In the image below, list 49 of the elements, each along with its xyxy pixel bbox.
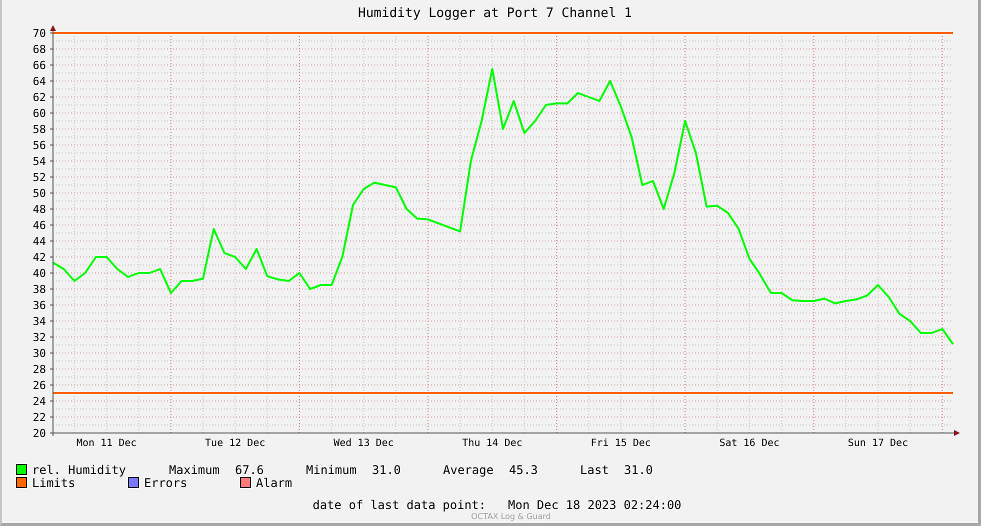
x-tick-label: Wed 13 Dec — [334, 438, 394, 449]
y-tick-label: 28 — [32, 363, 46, 376]
y-tick-label: 44 — [32, 235, 46, 248]
stat-value: 31.0 — [372, 462, 402, 476]
y-tick-label: 56 — [32, 139, 46, 152]
y-tick-label: 32 — [32, 331, 46, 344]
y-tick-label: 38 — [32, 283, 46, 296]
y-tick-label: 36 — [32, 299, 46, 312]
y-tick-label: 62 — [32, 91, 46, 104]
y-tick-label: 68 — [32, 43, 46, 56]
stat-label: Minimum — [306, 462, 358, 476]
y-tick-label: 66 — [32, 59, 46, 72]
y-tick-label: 58 — [32, 123, 46, 136]
x-tick-label: Sat 16 Dec — [719, 438, 780, 449]
legend-label: Errors — [144, 476, 188, 490]
y-tick-label: 46 — [32, 219, 46, 232]
y-tick-label: 34 — [32, 315, 46, 328]
y-tick-label: 54 — [32, 155, 46, 168]
legend-label: rel. Humidity — [32, 462, 127, 476]
stat-value: 45.3 — [509, 462, 539, 476]
legend-label: Limits — [32, 476, 76, 490]
y-tick-label: 20 — [32, 427, 46, 440]
x-tick-label: Mon 11 Dec — [76, 438, 137, 449]
stat-value: 67.6 — [235, 462, 265, 476]
y-tick-label: 24 — [32, 395, 46, 408]
x-tick-label: Thu 14 Dec — [462, 438, 522, 449]
y-tick-label: 42 — [32, 251, 46, 264]
stat-label: Maximum — [169, 462, 221, 476]
y-tick-label: 48 — [32, 203, 46, 216]
chart-title: Humidity Logger at Port 7 Channel 1 — [358, 4, 632, 20]
y-tick-label: 22 — [32, 411, 46, 424]
y-tick-label: 70 — [32, 27, 46, 40]
last-data-label: date of last data point: — [312, 498, 486, 512]
y-tick-label: 30 — [32, 347, 46, 360]
y-tick-label: 60 — [32, 107, 46, 120]
credit-text: OCTAX Log & Guard — [471, 512, 551, 521]
y-tick-label: 50 — [32, 187, 46, 200]
last-data-value: Mon Dec 18 2023 02:24:00 — [508, 498, 682, 512]
x-tick-label: Sun 17 Dec — [848, 438, 908, 449]
legend-label: Alarm — [256, 476, 292, 490]
y-tick-label: 26 — [32, 379, 46, 392]
x-tick-label: Tue 12 Dec — [205, 438, 266, 449]
stat-value: 31.0 — [624, 462, 654, 476]
stat-label: Average — [443, 462, 495, 476]
y-tick-label: 64 — [32, 75, 46, 88]
y-tick-label: 40 — [32, 267, 46, 280]
x-tick-label: Fri 15 Dec — [590, 438, 651, 449]
stat-label: Last — [580, 462, 610, 476]
y-tick-label: 52 — [32, 171, 46, 184]
